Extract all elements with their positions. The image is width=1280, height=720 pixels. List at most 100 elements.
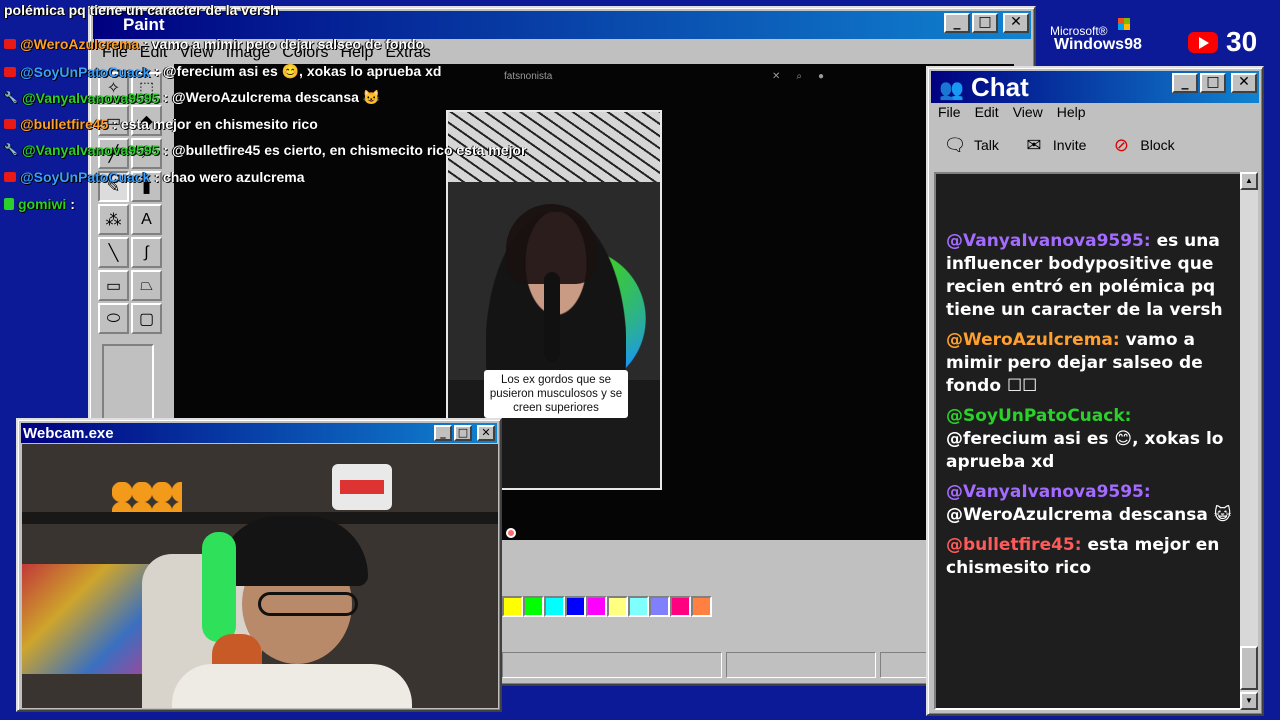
mic-icon[interactable]: ● [818, 71, 824, 82]
chat-text: @ferecium asi es 😊, xokas lo aprueba xd [946, 429, 1224, 472]
scroll-down-button[interactable]: ▼ [1240, 692, 1258, 710]
cursor-dot [506, 528, 516, 538]
color-swatch[interactable] [649, 596, 670, 617]
curve-icon[interactable]: ∫ [131, 237, 162, 268]
color-swatch[interactable] [586, 596, 607, 617]
chat-title: Chat [971, 71, 1029, 102]
rounded-rect-icon[interactable]: ▢ [131, 303, 162, 334]
streamer-shirt [172, 664, 412, 708]
chat-menu-edit[interactable]: Edit [975, 104, 999, 120]
subscriber-badge-icon [4, 198, 14, 210]
overlay-chat-message: : @WeroAzulcrema descansa 😺 [163, 89, 381, 105]
overlay-chat-username: @Vanyalvanova9595 [22, 89, 160, 106]
overlay-chat-line: @SoyUnPatoCuack: chao wero azulcrema [4, 169, 305, 185]
talk-button[interactable]: 🗨 Talk [942, 132, 999, 158]
webcam-feed [22, 444, 498, 708]
chat-menu-help[interactable]: Help [1057, 104, 1086, 120]
subscriber-badge-icon [4, 119, 16, 129]
chat-message: @VanyaIvanova9595: @WeroAzulcrema descan… [946, 481, 1236, 527]
overlay-chat-line: polémica pq tiene un caracter de la vers… [4, 2, 279, 18]
podcast-mic [544, 272, 560, 362]
chat-toolbar: 🗨 Talk ✉ Invite ⊘ Block [942, 132, 1175, 158]
color-swatch[interactable] [607, 596, 628, 617]
color-swatch[interactable] [691, 596, 712, 617]
search-icon[interactable]: ⌕ [796, 71, 802, 82]
people-icon: 👥 [939, 79, 964, 101]
overlay-chat-line: @bulletfire45: esta mejor en chismesito … [4, 116, 318, 132]
webcam-can-label [340, 480, 384, 494]
minimize-button[interactable]: _ [1172, 73, 1198, 93]
block-icon: ⊘ [1113, 134, 1129, 155]
block-button[interactable]: ⊘ Block [1108, 132, 1175, 158]
chat-text: @WeroAzulcrema descansa 😺 [946, 505, 1232, 525]
minimize-button[interactable]: _ [434, 425, 452, 441]
scroll-up-button[interactable]: ▲ [1240, 172, 1258, 190]
line-icon[interactable]: ╲ [98, 237, 129, 268]
chat-username[interactable]: @VanyaIvanova9595: [946, 231, 1151, 251]
overlay-chat-message: : [70, 196, 75, 212]
color-swatch[interactable] [565, 596, 586, 617]
webcam-fruit-bowl [112, 482, 182, 512]
chat-menu-file[interactable]: File [938, 104, 961, 120]
chat-titlebar[interactable]: 👥 Chat _ □ ✕ [931, 71, 1259, 103]
maximize-button[interactable]: □ [454, 425, 472, 441]
overlay-chat-line: 🔧 @Vanyalvanova9595: @WeroAzulcrema desca… [4, 89, 380, 106]
subscriber-badge-icon [4, 39, 16, 49]
chat-message: @WeroAzulcrema: vamo a mimir pero dejar … [946, 329, 1236, 398]
talk-label: Talk [974, 137, 999, 153]
minimize-button[interactable]: _ [944, 13, 970, 33]
streamer-headphones [202, 532, 236, 642]
overlay-chat-message: : @bulletfire45 es cierto, en chismecito… [163, 142, 527, 158]
invite-button[interactable]: ✉ Invite [1021, 132, 1086, 158]
overlay-chat-line: 🔧 @Vanyalvanova9595: @bulletfire45 es cie… [4, 142, 526, 158]
youtube-viewer-counter: 30 [1188, 26, 1257, 58]
close-button[interactable]: ✕ [1231, 73, 1257, 93]
block-label: Block [1140, 137, 1175, 153]
windows98-text: Windows98 [1054, 36, 1142, 53]
maximize-button[interactable]: □ [1200, 73, 1226, 93]
chat-username[interactable]: @VanyaIvanova9595: [946, 482, 1151, 502]
chat-message: @VanyaIvanova9595: es una influencer bod… [946, 230, 1236, 322]
chat-menubar: File Edit View Help [938, 104, 1086, 120]
polygon-icon[interactable]: ⏢ [131, 270, 162, 301]
chat-message-list: @VanyaIvanova9595: es una influencer bod… [946, 230, 1236, 587]
chat-message-pane[interactable]: @VanyaIvanova9595: es una influencer bod… [934, 172, 1244, 710]
color-swatch[interactable] [628, 596, 649, 617]
youtube-icon [1188, 31, 1218, 53]
status-cell-main [502, 652, 722, 678]
color-swatch[interactable] [670, 596, 691, 617]
windows-flag-icon [1118, 18, 1130, 30]
ellipse-icon[interactable]: ⬭ [98, 303, 129, 334]
scroll-thumb[interactable] [1240, 646, 1258, 690]
color-swatch[interactable] [544, 596, 565, 617]
overlay-chat-message: : vamo a mimir pero dejar salseo de fond… [143, 36, 425, 52]
chat-username[interactable]: @bulletfire45: [946, 535, 1082, 555]
talk-icon: 🗨 [943, 134, 967, 155]
color-palette [502, 596, 712, 617]
webcam-window: Webcam.exe _ □ ✕ [16, 418, 502, 712]
close-icon[interactable]: ✕ [772, 71, 780, 82]
stream-chat-overlay: polémica pq tiene un caracter de la vers… [0, 0, 560, 220]
maximize-button[interactable]: □ [972, 13, 998, 33]
moderator-badge-icon: 🔧 [4, 144, 18, 156]
viewer-count: 30 [1226, 26, 1258, 57]
webcam-titlebar[interactable]: Webcam.exe _ □ ✕ [21, 423, 497, 443]
video-caption: Los ex gordos que se pusieron musculosos… [484, 370, 628, 418]
webcam-title: Webcam.exe [23, 424, 114, 442]
overlay-chat-username: @SoyUnPatoCuack [20, 63, 151, 80]
color-swatch[interactable] [523, 596, 544, 617]
color-swatch[interactable] [502, 596, 523, 617]
chat-scrollbar[interactable]: ▲ ▼ [1240, 172, 1258, 710]
chat-username[interactable]: @SoyUnPatoCuack: [946, 406, 1131, 426]
close-button[interactable]: ✕ [477, 425, 495, 441]
chat-message: @SoyUnPatoCuack: @ferecium asi es 😊, xok… [946, 405, 1236, 474]
chat-menu-view[interactable]: View [1013, 104, 1043, 120]
overlay-chat-username: @WeroAzulcrema [20, 36, 140, 52]
overlay-chat-message: : esta mejor en chismesito rico [112, 116, 318, 132]
rectangle-icon[interactable]: ▭ [98, 270, 129, 301]
close-button[interactable]: ✕ [1003, 13, 1029, 33]
moderator-badge-icon: 🔧 [4, 91, 18, 104]
chat-username[interactable]: @WeroAzulcrema: [946, 330, 1120, 350]
invite-icon: ✉ [1026, 134, 1042, 155]
overlay-chat-username: @Vanyalvanova9595 [22, 142, 160, 158]
